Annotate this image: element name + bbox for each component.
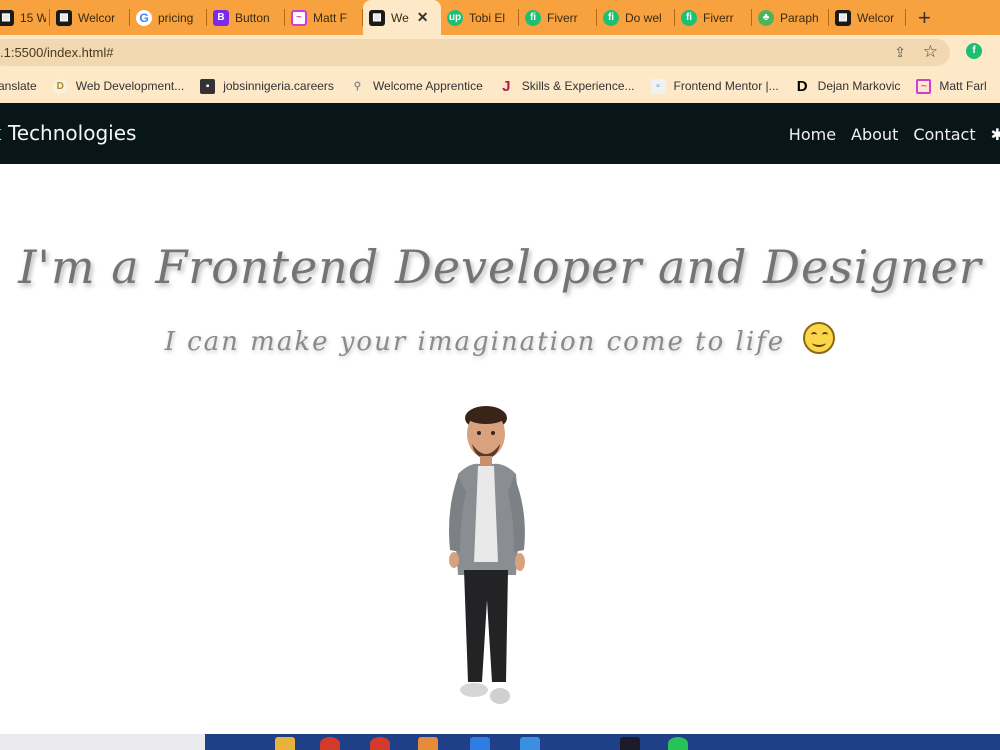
tab-active[interactable]: ▩ We ✕: [363, 0, 441, 35]
site-navbar: k Technologies Home About Contact ✱: [0, 103, 1000, 164]
tab-5[interactable]: ~ Matt F: [285, 0, 363, 35]
bookmark-welcome-apprentice[interactable]: ⚲ Welcome Apprentice: [350, 79, 483, 94]
smiling-face-icon: [803, 322, 836, 354]
dark-square-icon: ▩: [369, 9, 385, 26]
tab-label: Welcor: [857, 10, 895, 25]
tab-label: pricing: [158, 10, 194, 25]
bookmark-label: Welcome Apprentice: [372, 79, 483, 93]
tab-7[interactable]: up Tobi El: [441, 0, 519, 35]
bookmark-jobsinnigeria[interactable]: ▪ jobsinnigeria.careers: [200, 78, 334, 94]
tab-4[interactable]: B Button: [207, 0, 285, 35]
bookmark-label: Skills & Experience...: [521, 79, 635, 93]
tab-label: Paraph: [780, 10, 819, 25]
web-dev-icon: D: [52, 78, 68, 94]
bookmark-frontend-mentor[interactable]: ▫ Frontend Mentor |...: [650, 78, 779, 94]
tab-10[interactable]: fi Fiverr: [675, 0, 752, 35]
bookmark-label: jobsinnigeria.careers: [223, 79, 334, 93]
bookmark-web-development[interactable]: D Web Development...: [52, 78, 185, 94]
bootstrap-icon: B: [213, 9, 229, 26]
nav-contact[interactable]: Contact: [913, 125, 975, 145]
tab-12[interactable]: ▩ Welcor: [829, 0, 906, 35]
paraphrase-icon: ♣: [758, 9, 774, 26]
avatar-character-image: [449, 406, 525, 704]
mail-icon[interactable]: [470, 737, 490, 750]
dark-square-icon: ▩: [0, 9, 14, 26]
chrome-icon[interactable]: [370, 737, 390, 750]
tab-label: Fiverr: [703, 10, 734, 25]
terminal-icon[interactable]: [620, 737, 640, 750]
tab-label: Fiverr: [547, 10, 578, 25]
taskbar-search[interactable]: [0, 734, 205, 750]
tab-label: We: [391, 10, 409, 25]
hero-title: I'm a Frontend Developer and Designer: [18, 240, 982, 294]
extension-icon[interactable]: f: [966, 43, 982, 59]
bookmark-label: Dejan Markovic: [817, 79, 901, 93]
url-text[interactable]: .1:5500/index.html#: [0, 45, 113, 60]
bookmark-label: ranslate: [0, 79, 37, 93]
dark-square-icon: ▩: [835, 9, 851, 26]
upwork-icon: up: [447, 9, 463, 26]
tab-label: 15 We: [20, 10, 46, 25]
google-icon: G: [136, 9, 152, 26]
share-icon[interactable]: ⇪: [894, 44, 906, 61]
bookmarks-bar: ranslate D Web Development... ▪ jobsinni…: [0, 69, 1000, 103]
d-icon: D: [796, 77, 808, 95]
file-explorer-icon[interactable]: [275, 737, 295, 750]
browser-toolbar: .1:5500/index.html# ⇪ ☆ f: [0, 35, 1000, 69]
frontend-mentor-icon: ~: [291, 9, 307, 26]
app-icon[interactable]: [418, 737, 438, 750]
theme-toggle-icon[interactable]: ✱: [991, 125, 1000, 145]
tab-8[interactable]: fi Fiverr: [519, 0, 597, 35]
bookmark-label: Matt Farl: [939, 79, 987, 93]
tab-label: Button: [235, 10, 270, 25]
tab-label: Welcor: [78, 10, 116, 25]
tab-11[interactable]: ♣ Paraph: [752, 0, 829, 35]
nav-links: Home About Contact ✱: [789, 125, 1000, 145]
tab-label: Matt F: [313, 10, 348, 25]
apprentice-icon: ⚲: [353, 80, 362, 92]
site-brand[interactable]: k Technologies: [0, 121, 136, 145]
tab-9[interactable]: fi Do wel: [597, 0, 675, 35]
bookmark-star-icon[interactable]: ☆: [923, 42, 938, 62]
bookmark-skills-experience[interactable]: J Skills & Experience...: [499, 77, 635, 95]
chrome-icon[interactable]: [320, 737, 340, 750]
os-taskbar: [0, 734, 1000, 750]
tab-label: Do wel: [625, 10, 662, 25]
address-bar[interactable]: .1:5500/index.html# ⇪ ☆: [0, 39, 950, 66]
dark-square-icon: ▩: [56, 9, 72, 26]
fiverr-icon: fi: [603, 9, 619, 26]
bookmark-translate[interactable]: ranslate: [0, 79, 37, 93]
bookmark-label: Frontend Mentor |...: [673, 79, 779, 93]
whatsapp-icon[interactable]: [668, 737, 688, 750]
new-tab-button[interactable]: +: [906, 5, 943, 31]
briefcase-icon: ▪: [200, 78, 216, 94]
browser-tab-strip: ▩ 15 We ▩ Welcor G pricing B Button ~ Ma…: [0, 0, 1000, 35]
bookmark-label: Web Development...: [75, 79, 185, 93]
tab-1[interactable]: ▩ 15 We: [0, 0, 50, 35]
tab-2[interactable]: ▩ Welcor: [50, 0, 130, 35]
hero-subtitle-row: I can make your imagination come to life: [0, 322, 1000, 357]
close-tab-icon[interactable]: ✕: [417, 9, 429, 26]
fiverr-icon: fi: [681, 9, 697, 26]
tab-label: Tobi El: [469, 10, 506, 25]
hero-subtitle: I can make your imagination come to life: [164, 327, 786, 357]
nav-about[interactable]: About: [851, 125, 898, 145]
bookmark-dejan-markovic[interactable]: D Dejan Markovic: [795, 77, 901, 95]
bookmark-matt-farley[interactable]: ~ Matt Farl: [916, 78, 987, 94]
j-icon: J: [502, 77, 511, 95]
tab-3[interactable]: G pricing: [130, 0, 207, 35]
nav-home[interactable]: Home: [789, 125, 836, 145]
vscode-icon[interactable]: [520, 737, 540, 750]
frontend-mentor-icon: ▫: [650, 78, 666, 94]
fiverr-icon: fi: [525, 9, 541, 26]
frontend-mentor-icon: ~: [916, 78, 932, 94]
